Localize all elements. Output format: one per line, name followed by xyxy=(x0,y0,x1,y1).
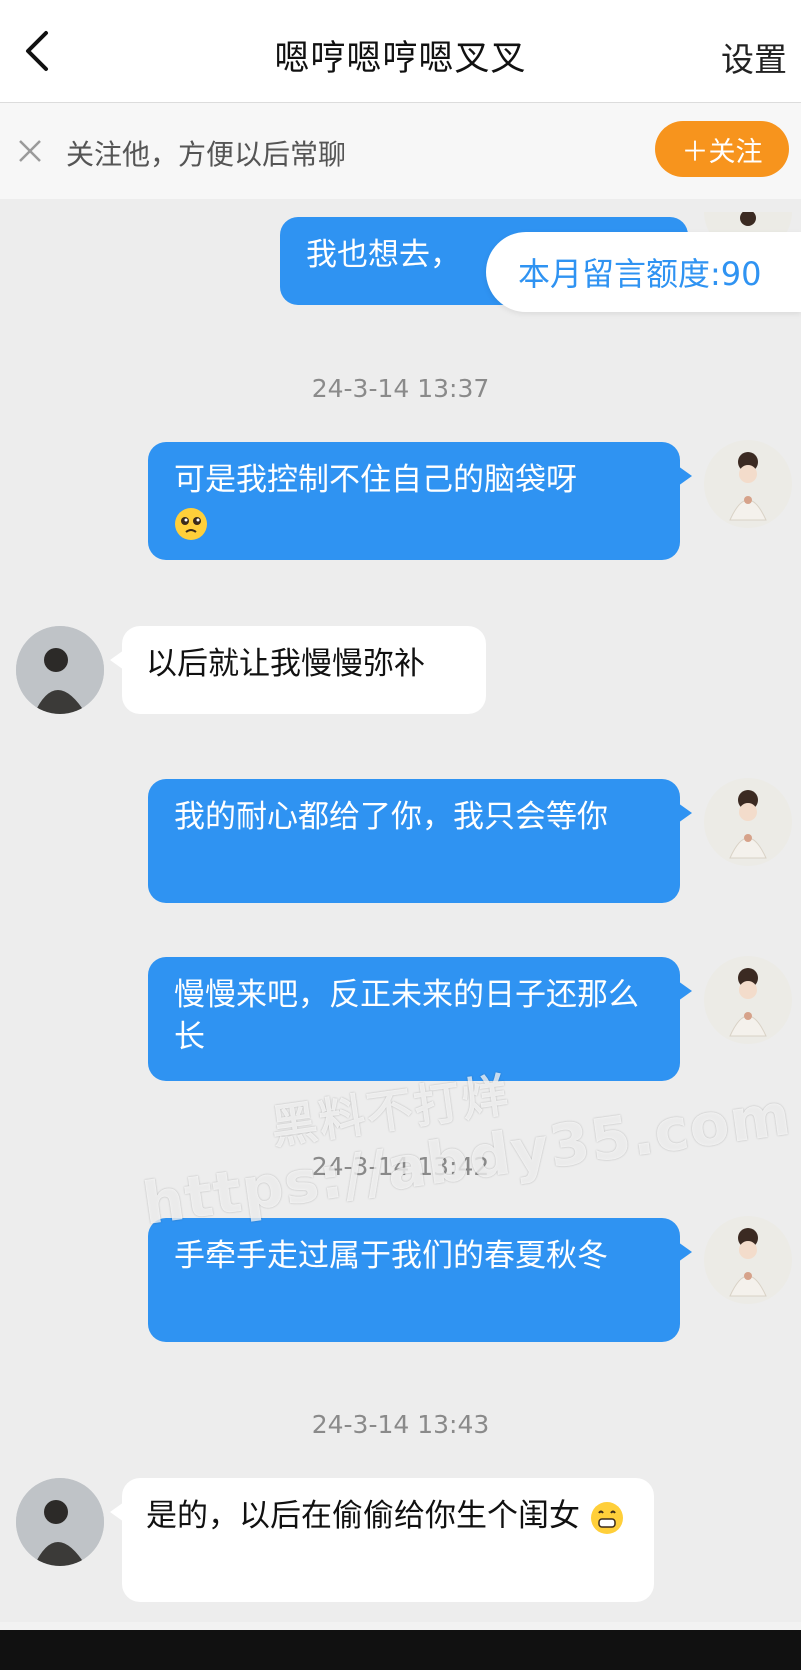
chat-title: 嗯哼嗯哼嗯叉叉 xyxy=(274,39,527,79)
message-bubble-received[interactable]: 以后就让我慢慢弥补 xyxy=(110,626,486,714)
message-text: 以后就让我慢慢弥补 xyxy=(146,646,425,682)
man-figure-icon xyxy=(16,1478,104,1566)
bottom-bar xyxy=(0,1630,801,1670)
message-text: 慢慢来吧，反正未来的日子还那么长 xyxy=(174,977,639,1055)
follow-button[interactable]: ＋关注 xyxy=(655,121,789,177)
message-text: 我也想去， xyxy=(306,237,461,273)
message-text: 可是我控制不住自己的脑袋呀 xyxy=(174,462,577,498)
contact-avatar[interactable] xyxy=(16,1478,104,1566)
message-text: 是的，以后在偷偷给你生个闺女 xyxy=(146,1498,580,1534)
contact-avatar[interactable] xyxy=(16,626,104,714)
my-avatar[interactable] xyxy=(704,778,792,866)
message-bubble-received[interactable]: 是的，以后在偷偷给你生个闺女 xyxy=(110,1478,654,1602)
message-bubble-sent[interactable]: 慢慢来吧，反正未来的日子还那么长 xyxy=(148,957,692,1081)
girl-figure-icon xyxy=(729,1228,767,1297)
my-avatar[interactable] xyxy=(704,440,792,528)
girl-figure-icon xyxy=(729,790,767,859)
close-tip-button[interactable] xyxy=(12,133,48,169)
timestamp: 24-3-14 13:43 xyxy=(311,1410,490,1439)
message-bubble-sent[interactable]: 我的耐心都给了你，我只会等你 xyxy=(148,779,692,903)
top-bar: 嗯哼嗯哼嗯叉叉 设置 xyxy=(0,0,801,103)
pleading-face-emoji-icon xyxy=(175,507,207,540)
message-text: 手牵手走过属于我们的春夏秋冬 xyxy=(174,1238,608,1274)
message-text: 我的耐心都给了你，我只会等你 xyxy=(174,799,608,835)
close-icon xyxy=(19,140,41,162)
man-figure-icon xyxy=(16,626,104,714)
my-avatar[interactable] xyxy=(704,1216,792,1304)
timestamp: 24-3-14 13:37 xyxy=(311,374,490,403)
message-quota-badge: 本月留言额度:90 xyxy=(486,232,801,312)
grinning-face-emoji-icon xyxy=(590,1501,623,1534)
message-bubble-sent[interactable]: 手牵手走过属于我们的春夏秋冬 xyxy=(148,1218,692,1342)
settings-button[interactable]: 设置 xyxy=(721,33,787,81)
message-bubble-sent[interactable]: 可是我控制不住自己的脑袋呀 xyxy=(148,442,692,560)
follow-tip-text: 关注他，方便以后常聊 xyxy=(66,138,347,171)
girl-figure-icon xyxy=(729,452,767,521)
my-avatar[interactable] xyxy=(704,956,792,1044)
girl-figure-icon xyxy=(729,968,767,1037)
